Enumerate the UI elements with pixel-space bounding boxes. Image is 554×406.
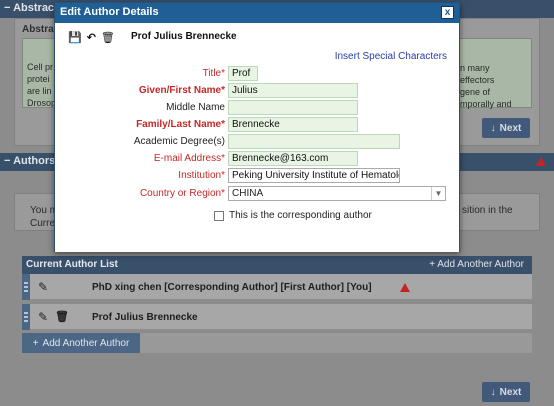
academic-degrees-input[interactable] [228, 134, 400, 149]
title-label: Title* [202, 68, 225, 79]
authors-section-title: Authors [13, 155, 56, 167]
current-author-list-title: Current Author List [26, 259, 118, 270]
trash-icon[interactable]: 🗑 [55, 310, 69, 323]
family-name-label: Family/Last Name* [136, 119, 225, 130]
arrow-down-icon: ↓ [490, 122, 496, 134]
abstract-line: effectors [460, 75, 495, 85]
abstract-line: mporally and [460, 99, 512, 109]
institution-label: Institution* [178, 170, 225, 181]
institution-input[interactable]: Peking University Institute of Hematolog… [228, 168, 400, 183]
collapse-icon: − [4, 155, 11, 167]
abstract-right-text: n many effectors gene of mporally and [460, 62, 512, 110]
chevron-down-icon[interactable]: ▼ [431, 187, 445, 200]
corresponding-author-checkbox[interactable] [214, 210, 224, 221]
plus-icon: + [429, 259, 436, 270]
close-icon[interactable]: x [441, 6, 454, 19]
field-row-family-name: Family/Last Name* Brennecke [55, 117, 461, 133]
corresponding-author-row: This is the corresponding author [214, 210, 372, 221]
field-row-title: Title* Prof [55, 66, 461, 82]
title-input[interactable]: Prof [228, 66, 258, 81]
author-heading: Prof Julius Brennecke [131, 31, 237, 42]
family-name-input[interactable]: Brennecke [228, 117, 358, 132]
corresponding-author-label: This is the corresponding author [229, 210, 372, 221]
email-label: E-mail Address* [153, 153, 225, 164]
academic-degrees-label: Academic Degree(s) [133, 136, 225, 147]
author-name: Prof Julius Brennecke [92, 312, 198, 323]
next-button-bottom[interactable]: ↓ Next [482, 382, 530, 402]
field-row-middle-name: Middle Name [55, 100, 461, 116]
edit-author-dialog: Edit Author Details x 💾 ↶ 🗑 Prof Julius … [54, 2, 460, 252]
trash-icon[interactable]: 🗑 [101, 31, 115, 44]
arrow-down-icon: ↓ [490, 386, 496, 398]
middle-name-input[interactable] [228, 100, 358, 115]
abstract-section-title: Abstrac [13, 2, 55, 14]
next-label: Next [499, 386, 522, 398]
add-another-author-label: Add Another Author [437, 259, 524, 270]
email-input[interactable]: Brennecke@163.com [228, 151, 358, 166]
add-another-author-button-label: Add Another Author [42, 337, 130, 349]
insert-special-characters-link[interactable]: Insert Special Characters [335, 51, 447, 62]
field-row-institution: Institution* Peking University Institute… [55, 168, 461, 184]
author-row[interactable]: ✎ PhD xing chen [Corresponding Author] [… [22, 274, 532, 300]
field-row-academic-degrees: Academic Degree(s) [55, 134, 461, 150]
abstract-line: n many [460, 63, 490, 73]
next-label: Next [499, 122, 522, 134]
plus-icon: + [32, 337, 39, 349]
drag-handle[interactable] [22, 304, 30, 330]
drag-handle[interactable] [22, 274, 30, 300]
given-name-label: Given/First Name* [138, 85, 225, 96]
warning-icon [536, 157, 546, 166]
abstract-line: gene of [460, 87, 491, 97]
save-icon[interactable]: 💾 [68, 31, 82, 44]
country-label: Country or Region* [139, 188, 225, 199]
next-button-top[interactable]: ↓ Next [482, 118, 530, 138]
author-name: PhD xing chen [Corresponding Author] [Fi… [92, 282, 372, 293]
author-row[interactable]: ✎ 🗑 Prof Julius Brennecke [22, 304, 532, 330]
dialog-toolbar: 💾 ↶ 🗑 [68, 31, 115, 44]
authors-notice-right: sition in the [462, 205, 513, 216]
add-another-author-button[interactable]: + Add Another Author [22, 333, 140, 353]
dialog-title-bar[interactable]: Edit Author Details x [55, 3, 459, 23]
current-author-list-header: Current Author List + Add Another Author [22, 256, 532, 274]
country-selected-value: CHINA [232, 188, 264, 199]
undo-icon[interactable]: ↶ [87, 31, 96, 44]
add-another-author-link[interactable]: + Add Another Author [429, 259, 524, 270]
given-name-input[interactable]: Julius [228, 83, 358, 98]
dialog-title: Edit Author Details [60, 6, 159, 18]
middle-name-label: Middle Name [166, 102, 225, 113]
edit-pencil-icon[interactable]: ✎ [38, 280, 48, 294]
abstract-label: Abstra [22, 24, 54, 35]
field-row-country: Country or Region* CHINA ▼ [55, 186, 461, 202]
field-row-email: E-mail Address* Brennecke@163.com [55, 151, 461, 167]
country-select[interactable]: CHINA ▼ [228, 186, 446, 201]
edit-pencil-icon[interactable]: ✎ [38, 310, 48, 324]
warning-icon [400, 283, 410, 292]
field-row-given-name: Given/First Name* Julius [55, 83, 461, 99]
collapse-icon: − [4, 2, 11, 14]
dialog-body: 💾 ↶ 🗑 Prof Julius Brennecke Insert Speci… [55, 23, 459, 252]
